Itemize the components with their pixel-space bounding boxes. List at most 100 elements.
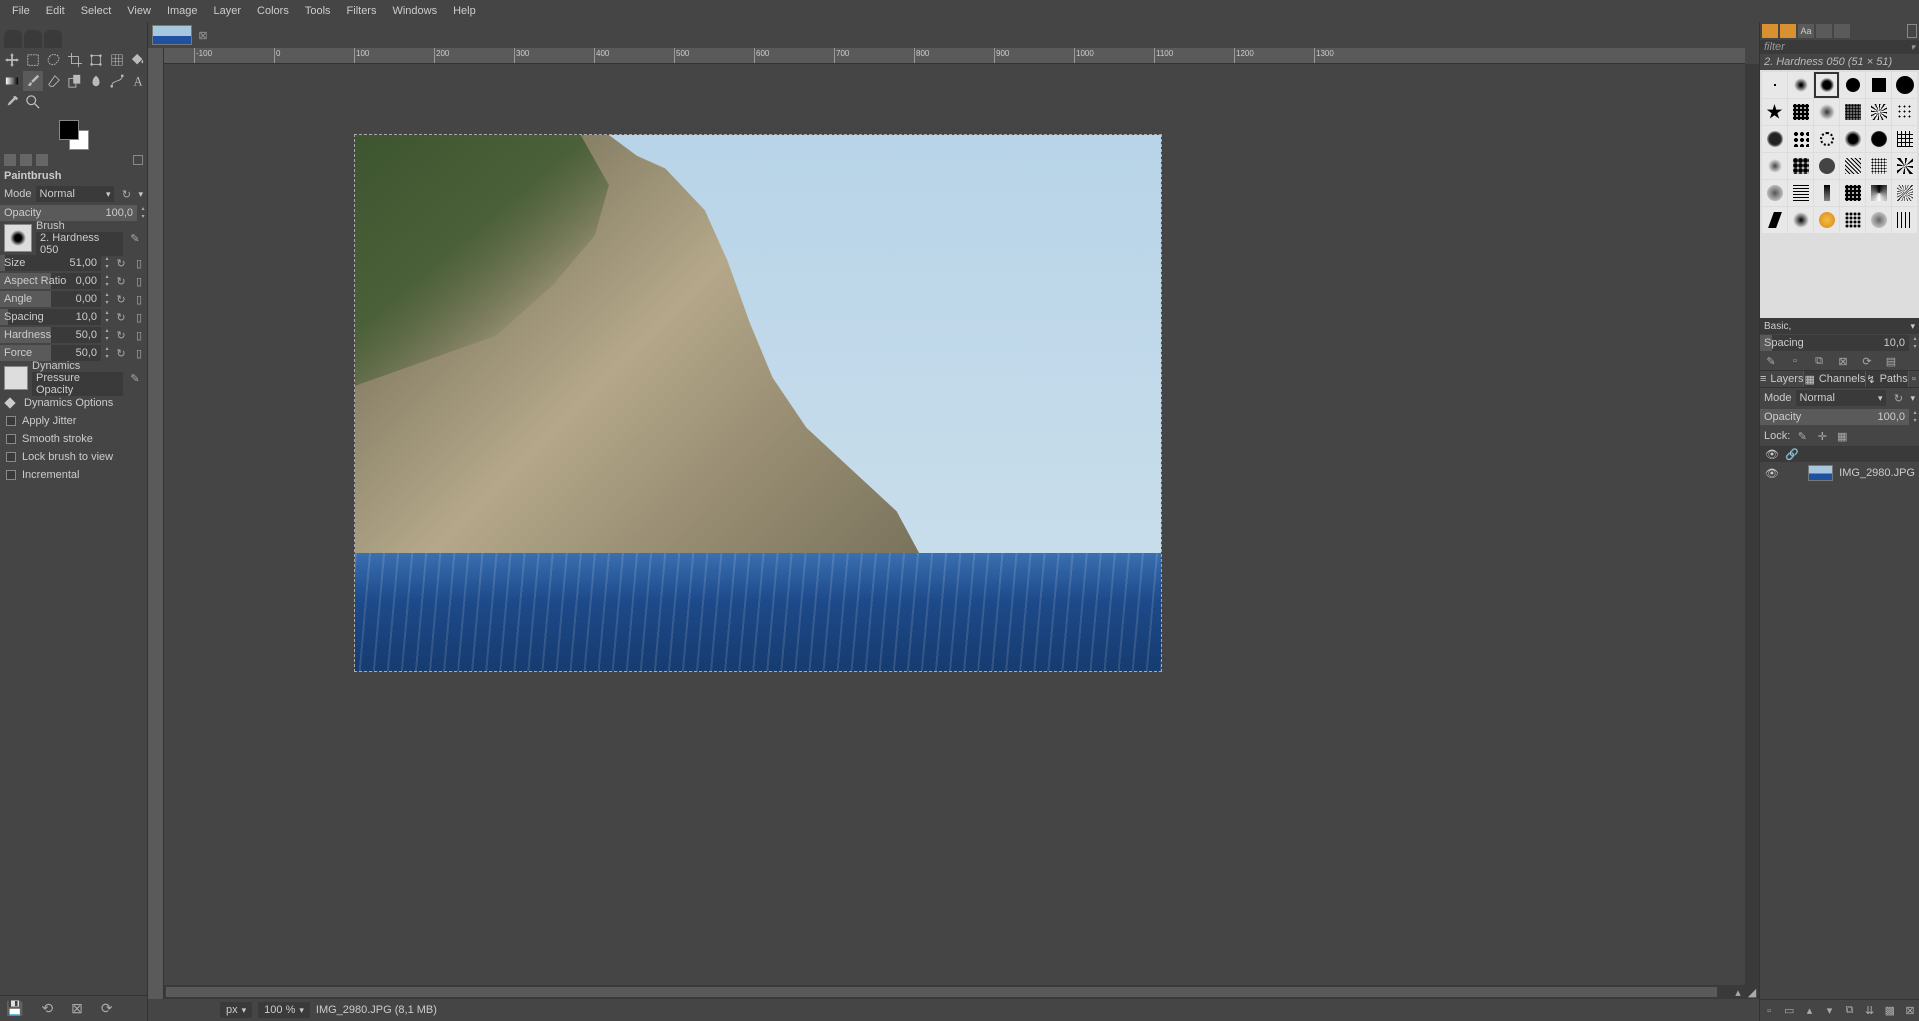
brush-item[interactable] <box>1892 72 1917 98</box>
menu-select[interactable]: Select <box>73 1 120 21</box>
brush-item[interactable] <box>1814 99 1839 125</box>
delete-layer-icon[interactable]: ⊠ <box>1905 1004 1915 1018</box>
angle-spinner[interactable]: ▴▾ <box>103 291 111 307</box>
hardness-slider[interactable]: Hardness 50,0 <box>0 327 101 343</box>
picker-tool-icon[interactable] <box>2 92 22 112</box>
delete-brush-icon[interactable]: ⊠ <box>1836 354 1850 368</box>
eraser-tool-icon[interactable] <box>44 71 64 91</box>
lock-pixels-icon[interactable]: ✎ <box>1794 428 1810 444</box>
aspect-spinner[interactable]: ▴▾ <box>103 273 111 289</box>
new-group-icon[interactable]: ▭ <box>1784 1004 1794 1018</box>
brush-item[interactable] <box>1788 99 1813 125</box>
brush-item[interactable] <box>1762 207 1787 233</box>
mode-select[interactable]: Normal ▾ <box>36 186 115 202</box>
new-brush-icon[interactable]: ▫ <box>1788 354 1802 368</box>
duplicate-brush-icon[interactable]: ⧉ <box>1812 354 1826 368</box>
layer-opacity-spinner[interactable]: ▴▾ <box>1911 409 1919 425</box>
brush-item[interactable] <box>1840 126 1865 152</box>
brush-item[interactable] <box>1762 153 1787 179</box>
menu-colors[interactable]: Colors <box>249 1 297 21</box>
brush-item[interactable] <box>1840 153 1865 179</box>
menu-windows[interactable]: Windows <box>384 1 445 21</box>
menu-view[interactable]: View <box>119 1 159 21</box>
brush-item[interactable] <box>1892 153 1917 179</box>
patterns-tab-icon[interactable] <box>1780 24 1796 38</box>
paths-tab[interactable]: ↯Paths <box>1866 371 1908 387</box>
lock-position-icon[interactable]: ✛ <box>1814 428 1830 444</box>
brush-item[interactable] <box>1840 99 1865 125</box>
brush-item[interactable] <box>1788 126 1813 152</box>
brush-item[interactable] <box>1762 180 1787 206</box>
reset-aspect-icon[interactable]: ↻ <box>113 273 129 289</box>
layer-mode-select[interactable]: Normal ▾ <box>1796 390 1887 406</box>
brush-item[interactable] <box>1762 126 1787 152</box>
layers-tab[interactable]: ≡Layers <box>1760 371 1804 387</box>
channels-tab[interactable]: ▦Channels <box>1804 371 1866 387</box>
zoom-select[interactable]: 100 % ▾ <box>258 1002 310 1018</box>
raise-layer-icon[interactable]: ▴ <box>1804 1004 1814 1018</box>
chevron-down-icon[interactable]: ▾ <box>1910 321 1915 332</box>
tab-menu-icon[interactable] <box>133 155 143 165</box>
text-tool-icon[interactable]: A <box>128 71 148 91</box>
rect-select-tool-icon[interactable] <box>23 50 43 70</box>
smudge-tool-icon[interactable] <box>86 71 106 91</box>
brush-item[interactable] <box>1866 99 1891 125</box>
menu-filters[interactable]: Filters <box>339 1 385 21</box>
eye-icon[interactable]: 👁 <box>1764 446 1780 462</box>
free-select-tool-icon[interactable] <box>44 50 64 70</box>
duplicate-layer-icon[interactable]: ⧉ <box>1845 1004 1855 1018</box>
brush-item[interactable] <box>1840 180 1865 206</box>
opacity-spinner[interactable]: ▴▾ <box>139 205 147 221</box>
mask-layer-icon[interactable]: ▩ <box>1885 1004 1895 1018</box>
menu-layer[interactable]: Layer <box>206 1 250 21</box>
brush-item[interactable] <box>1866 126 1891 152</box>
horizontal-ruler[interactable]: -100010020030040050060070080090010001100… <box>164 48 1745 64</box>
crop-tool-icon[interactable] <box>65 50 85 70</box>
layer-name[interactable]: IMG_2980.JPG <box>1839 467 1915 479</box>
tab-icon[interactable] <box>20 154 32 166</box>
chevron-down-icon[interactable]: ▾ <box>1910 393 1915 404</box>
dynamics-preview[interactable] <box>4 366 28 390</box>
extra-tab-icon[interactable] <box>1834 24 1850 38</box>
brush-item[interactable] <box>1892 207 1917 233</box>
brush-preview[interactable] <box>4 224 32 252</box>
brush-item[interactable] <box>1892 99 1917 125</box>
canvas-area[interactable] <box>164 64 1745 985</box>
apply-jitter-checkbox[interactable] <box>6 416 16 426</box>
refresh-brush-icon[interactable]: ⟳ <box>1860 354 1874 368</box>
tab-icon[interactable] <box>4 154 16 166</box>
brush-item[interactable] <box>1788 72 1813 98</box>
save-icon[interactable]: 💾 <box>6 1000 23 1017</box>
brush-item[interactable] <box>1814 180 1839 206</box>
clone-tool-icon[interactable] <box>65 71 85 91</box>
brush-item[interactable] <box>1788 207 1813 233</box>
smooth-stroke-checkbox[interactable] <box>6 434 16 444</box>
brush-item[interactable] <box>1788 180 1813 206</box>
menu-image[interactable]: Image <box>159 1 206 21</box>
force-spinner[interactable]: ▴▾ <box>103 345 111 361</box>
navigation-icon[interactable]: ▴ <box>1731 985 1745 999</box>
vertical-scrollbar[interactable] <box>1745 64 1759 985</box>
brush-item[interactable] <box>1762 99 1787 125</box>
color-swatches[interactable] <box>0 118 147 152</box>
image-tab-thumb[interactable] <box>152 25 192 45</box>
gradient-tool-icon[interactable] <box>2 71 22 91</box>
brush-item[interactable] <box>1814 153 1839 179</box>
reset-icon[interactable]: ⟳ <box>101 1000 113 1017</box>
link-spacing-icon[interactable]: ▯ <box>131 309 147 325</box>
warp-tool-icon[interactable] <box>107 50 127 70</box>
layer-thumb[interactable] <box>1808 465 1834 481</box>
foreground-color-swatch[interactable] <box>59 120 79 140</box>
open-brush-icon[interactable]: ▤ <box>1884 354 1898 368</box>
delete-icon[interactable]: ⊠ <box>71 1000 83 1017</box>
link-angle-icon[interactable]: ▯ <box>131 291 147 307</box>
brush-select[interactable]: 2. Hardness 050 <box>36 232 123 256</box>
new-layer-icon[interactable]: ▫ <box>1764 1004 1774 1018</box>
opacity-slider[interactable]: Opacity 100,0 <box>0 205 137 221</box>
brush-item[interactable] <box>1866 207 1891 233</box>
image-canvas[interactable] <box>354 134 1162 672</box>
layer-visibility-icon[interactable]: 👁 <box>1764 465 1780 481</box>
brush-preset-label[interactable]: Basic, <box>1764 321 1791 332</box>
link-force-icon[interactable]: ▯ <box>131 345 147 361</box>
spacing-slider[interactable]: Spacing 10,0 <box>0 309 101 325</box>
